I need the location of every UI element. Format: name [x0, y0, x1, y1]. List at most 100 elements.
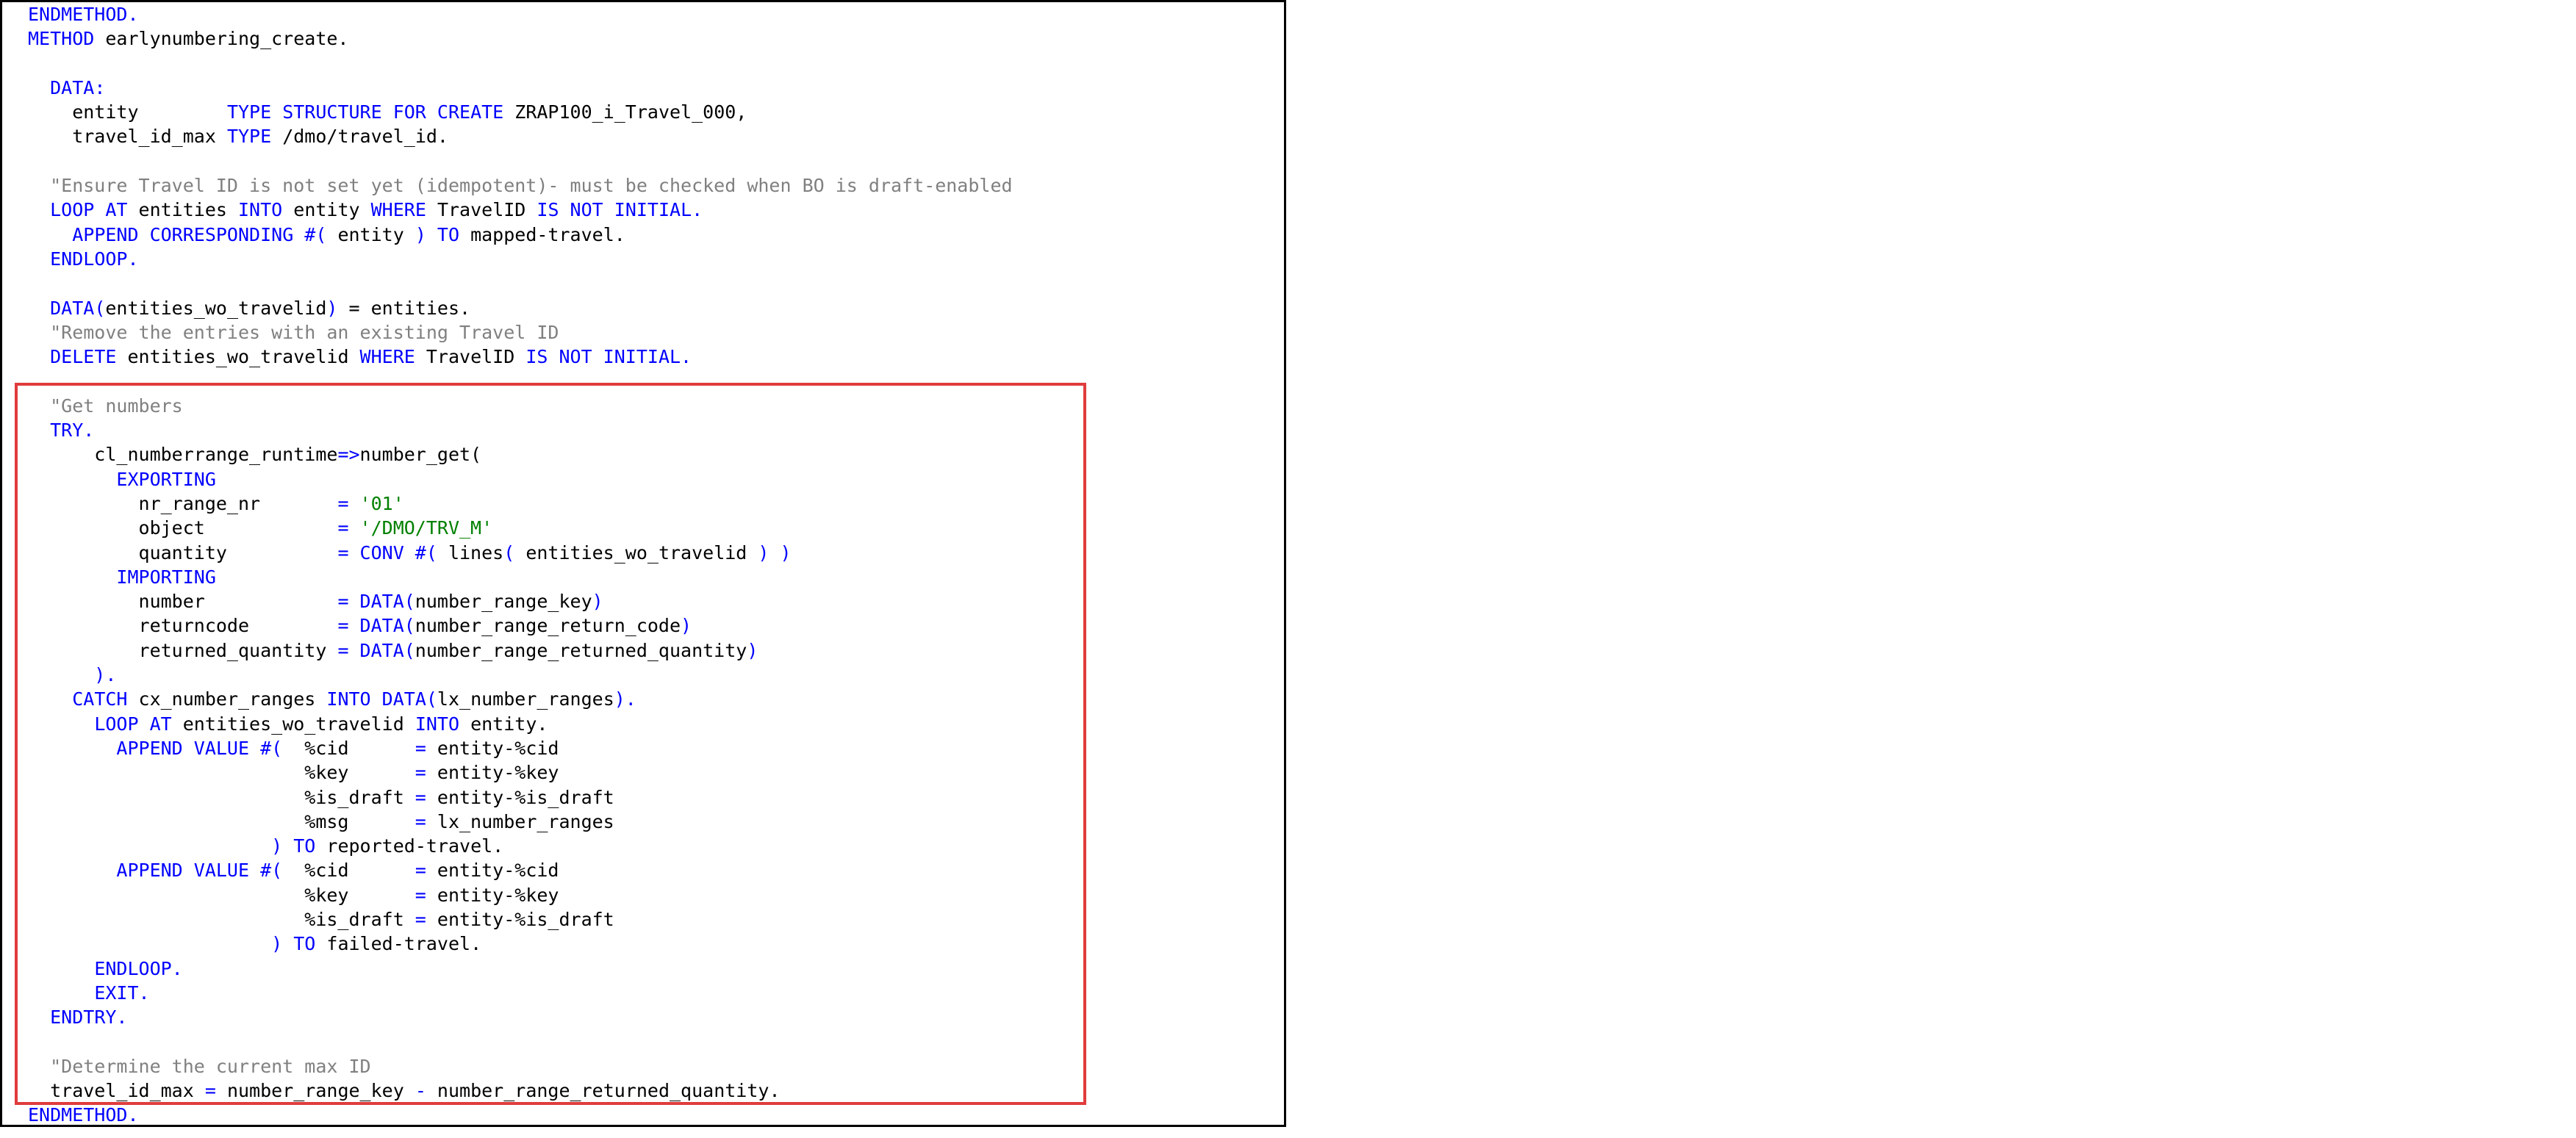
code-line: "Ensure Travel ID is not set yet (idempo… [28, 173, 1012, 198]
code-token: = [415, 860, 437, 882]
code-token: IS NOT INITIAL. [525, 346, 692, 368]
code-token: = [415, 884, 437, 906]
code-token: entity-%cid [437, 737, 559, 759]
code-line: ENDMETHOD. [28, 1103, 1013, 1126]
code-token: entities_wo_travelid [182, 713, 415, 735]
code-listing: ENDMETHOD. METHOD earlynumbering_create. … [28, 2, 1013, 1126]
code-token: WHERE [359, 346, 426, 368]
code-token: %msg [28, 810, 415, 832]
code-token: ). [614, 688, 636, 710]
code-line: cl_numberrange_runtime=>number_get( [28, 442, 1013, 467]
code-token: INTO DATA( [326, 688, 437, 710]
code-token: ( [503, 541, 526, 563]
code-token: ENDTRY. [50, 1006, 128, 1029]
code-token: travel_id_max [28, 126, 227, 148]
code-token: entity [337, 223, 415, 245]
code-token: ) [326, 297, 349, 319]
code-token: = [415, 908, 437, 930]
code-token: TYPE STRUCTURE FOR CREATE [226, 101, 515, 123]
code-line: %is_draft = entity-%is_draft [28, 907, 1013, 932]
code-token: = DATA( [337, 639, 415, 661]
code-token: INTO [238, 199, 294, 221]
code-token: METHOD [28, 28, 106, 50]
code-token: ENDMETHOD. [28, 4, 139, 25]
code-line: ENDMETHOD. [28, 2, 1013, 26]
code-token: "Remove the entries with an existing Tra… [28, 321, 559, 343]
code-line: "Determine the current max ID [28, 1054, 1013, 1078]
code-token: nr_range_nr [28, 492, 338, 514]
code-token: returncode [28, 615, 338, 637]
code-token: number_get( [359, 444, 482, 466]
code-line: "Get numbers [28, 394, 1013, 418]
code-line: nr_range_nr = '01' [28, 491, 1013, 516]
code-token: '01' [359, 492, 404, 514]
code-token: INTO [415, 713, 471, 735]
code-token: number_range_key [226, 1080, 415, 1102]
code-token: = entities. [348, 297, 471, 319]
code-token: earlynumbering_create. [105, 28, 349, 50]
code-token: lines [448, 541, 504, 563]
code-token: entity-%key [437, 762, 559, 784]
code-token: TRY. [50, 419, 95, 442]
code-token: quantity [28, 541, 338, 563]
code-token: cl_numberrange_runtime [28, 444, 338, 466]
code-token: failed-travel. [326, 933, 482, 955]
code-line: ENDLOOP. [28, 247, 1013, 271]
code-token: ENDMETHOD. [28, 1104, 139, 1126]
code-line: object = '/DMO/TRV_M' [28, 516, 1013, 540]
code-line: %msg = lx_number_ranges [28, 810, 1013, 834]
code-line: %key = entity-%key [28, 760, 1013, 785]
code-token: %key [28, 884, 415, 906]
code-token: = [337, 492, 360, 514]
code-line: ). [28, 663, 1013, 687]
code-line: DATA: [28, 76, 1013, 100]
code-token: %is_draft [28, 786, 415, 808]
code-line: EXIT. [28, 981, 1013, 1005]
code-token: = DATA( [337, 591, 415, 613]
code-token: - [415, 1080, 437, 1102]
code-token: = CONV #( [337, 541, 448, 563]
code-token: /dmo/travel_id. [282, 126, 448, 148]
code-token: lx_number_ranges [437, 810, 614, 832]
code-token: ) ) [758, 541, 792, 563]
code-line: %is_draft = entity-%is_draft [28, 785, 1013, 810]
code-line: returncode = DATA(number_range_return_co… [28, 613, 1013, 638]
code-token: number [28, 591, 338, 613]
code-token: ENDLOOP. [94, 957, 183, 979]
code-token: ) TO [415, 223, 471, 245]
code-line: DATA(entities_wo_travelid) = entities. [28, 296, 1013, 320]
code-token: entity [28, 101, 227, 123]
code-token: entity-%is_draft [437, 786, 614, 808]
code-token: mapped-travel. [470, 223, 625, 245]
code-token: '/DMO/TRV_M' [359, 517, 493, 539]
code-line: ENDLOOP. [28, 957, 1013, 981]
code-token: WHERE [370, 199, 437, 221]
code-token: ) [747, 639, 758, 661]
code-token: EXIT. [94, 982, 150, 1004]
code-line: METHOD earlynumbering_create. [28, 26, 1013, 51]
code-line: IMPORTING [28, 565, 1013, 589]
code-token: LOOP AT [94, 713, 183, 735]
code-token: = [204, 1080, 227, 1102]
code-token: ENDLOOP. [50, 248, 139, 270]
code-line: quantity = CONV #( lines( entities_wo_tr… [28, 541, 1013, 565]
code-line: LOOP AT entities_wo_travelid INTO entity… [28, 712, 1013, 736]
code-token: ) TO [271, 933, 327, 955]
code-token: object [28, 517, 338, 539]
code-token: = [415, 737, 437, 759]
code-token: entities_wo_travelid [525, 541, 758, 563]
code-token: %cid [304, 737, 415, 759]
